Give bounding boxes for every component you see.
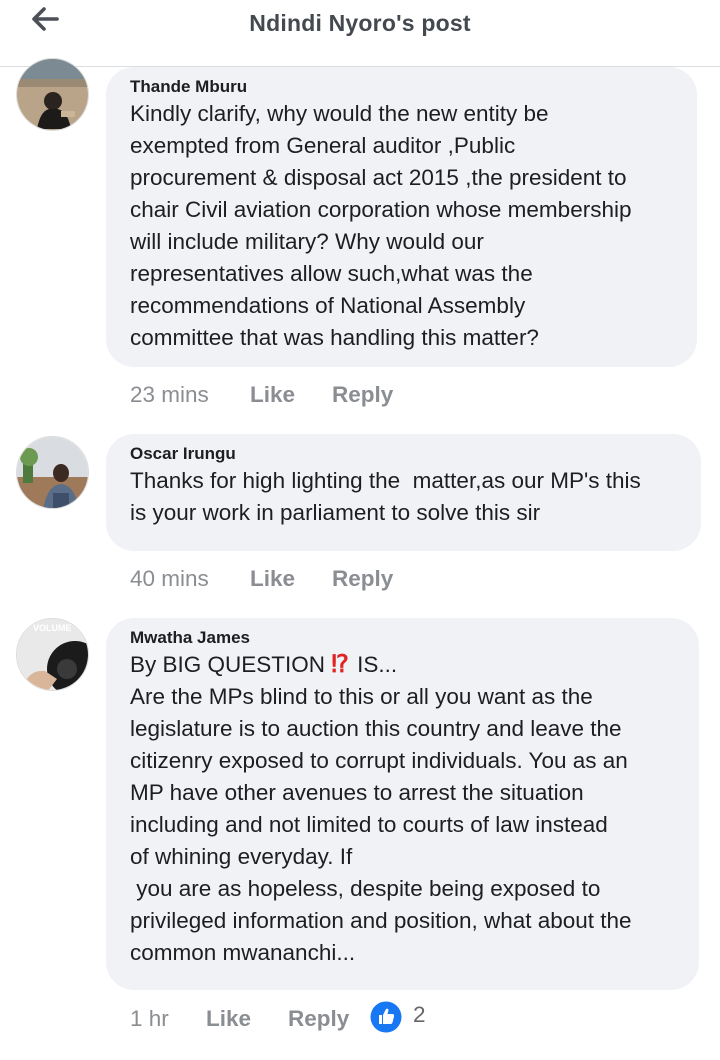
thumbs-up-icon[interactable] xyxy=(370,1001,402,1033)
reply-button[interactable]: Reply xyxy=(332,563,393,595)
top-bar: Ndindi Nyoro's post xyxy=(0,0,720,67)
avatar[interactable] xyxy=(16,436,89,509)
comment-timestamp: 40 mins xyxy=(130,566,209,591)
comment-text: Thanks for high lighting the matter,as o… xyxy=(130,468,641,525)
comment-text-first-line: By BIG QUESTION ⁉ IS... xyxy=(130,649,677,681)
avatar-photo xyxy=(17,59,88,130)
comment-author[interactable]: Oscar Irungu xyxy=(130,442,679,466)
like-button[interactable]: Like xyxy=(206,1003,251,1035)
like-button[interactable]: Like xyxy=(250,563,295,595)
comment-timestamp: 1 hr xyxy=(130,1006,169,1031)
comment-bubble: Oscar Irungu Thanks for high lighting th… xyxy=(106,434,701,551)
comment-actions: 1 hr Like Reply 2 xyxy=(130,1001,450,1035)
comment-text: Kindly clarify, why would the new entity… xyxy=(130,101,632,350)
exclamation-question-emoji: ⁉ xyxy=(331,651,348,678)
reply-button[interactable]: Reply xyxy=(288,1003,349,1035)
avatar[interactable]: VOLUME xyxy=(16,618,89,691)
avatar-photo: VOLUME xyxy=(17,619,88,690)
reaction-count: 2 xyxy=(413,1002,426,1027)
comment-timestamp: 23 mins xyxy=(130,382,209,407)
page-title: Ndindi Nyoro's post xyxy=(249,10,471,36)
comment-bubble: Mwatha James By BIG QUESTION ⁉ IS... Are… xyxy=(106,618,699,990)
comment-bubble: Thande Mburu Kindly clarify, why would t… xyxy=(106,67,697,367)
comment-text: Are the MPs blind to this or all you wan… xyxy=(130,684,632,965)
comment-text-suffix: IS... xyxy=(350,652,398,677)
like-button[interactable]: Like xyxy=(250,379,295,411)
avatar-photo xyxy=(17,437,88,508)
reply-button[interactable]: Reply xyxy=(332,379,393,411)
avatar[interactable] xyxy=(16,58,89,131)
comment-text-prefix: By BIG QUESTION xyxy=(130,652,332,677)
comment-author[interactable]: Thande Mburu xyxy=(130,75,675,99)
comment-author[interactable]: Mwatha James xyxy=(130,626,677,650)
